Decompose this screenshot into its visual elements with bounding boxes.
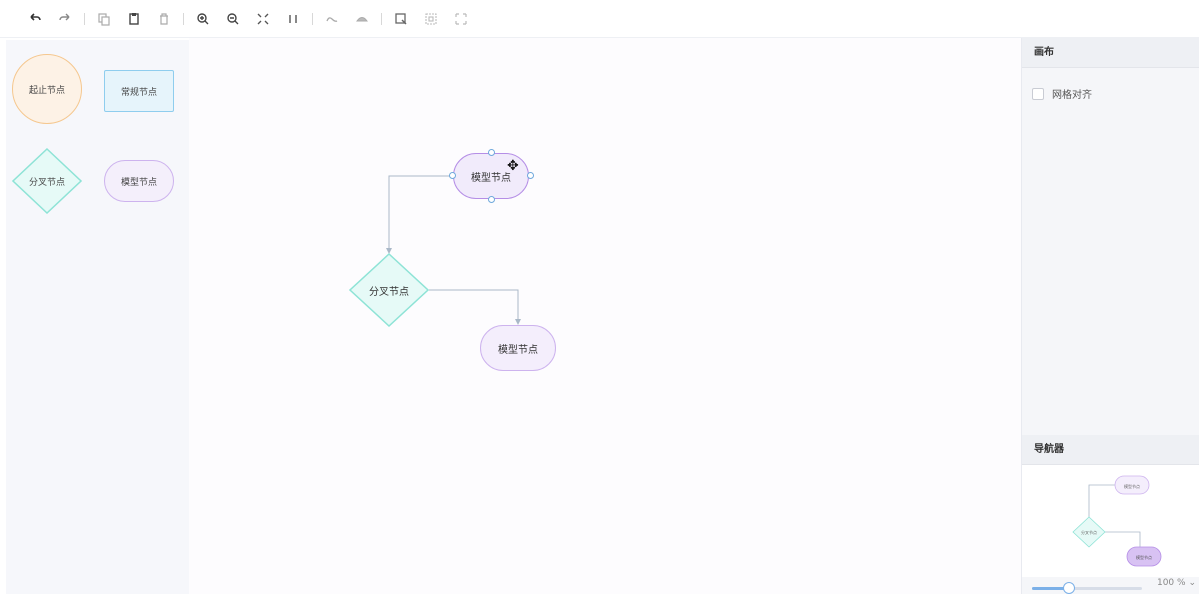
anchor-top[interactable] (488, 149, 495, 156)
svg-text:模型节点: 模型节点 (1124, 483, 1140, 489)
zoom-out-button[interactable] (222, 8, 244, 30)
anchor-right[interactable] (527, 172, 534, 179)
ungroup-button[interactable] (450, 8, 472, 30)
grid-align-checkbox[interactable] (1032, 87, 1044, 100)
multi-select-button[interactable] (390, 8, 412, 30)
anchor-left[interactable] (449, 172, 456, 179)
zoom-value-dropdown[interactable]: 100 % ⌄ (1157, 578, 1196, 588)
svg-text:模型节点: 模型节点 (1136, 554, 1152, 560)
palette-start-node[interactable]: 起止节点 (12, 54, 82, 124)
toolbar-divider (183, 12, 184, 25)
zoom-control: 100 % ⌄ (1022, 577, 1199, 594)
navigator-minimap[interactable]: 模型节点 分叉节点 模型节点 (1022, 465, 1199, 577)
actual-size-button[interactable] (282, 8, 304, 30)
chevron-down-icon: ⌄ (1188, 578, 1196, 588)
palette-model-node[interactable]: 模型节点 (104, 160, 174, 202)
group-button[interactable] (420, 8, 442, 30)
toolbar-divider (84, 12, 85, 25)
edge-branch-to-model[interactable] (429, 289, 521, 325)
fit-view-button[interactable] (252, 8, 274, 30)
palette-branch-node[interactable]: 分叉节点 (12, 148, 82, 214)
properties-panel: 画布 网格对齐 导航器 模型节点 分叉节点 模型节点 100 % ⌄ (1021, 38, 1199, 594)
svg-text:分叉节点: 分叉节点 (1081, 529, 1097, 535)
toolbar-divider (312, 12, 313, 25)
edge-layer (386, 175, 521, 325)
minimap-graph: 模型节点 分叉节点 模型节点 (1072, 475, 1162, 567)
to-back-icon (356, 16, 368, 21)
to-back-button[interactable] (351, 8, 373, 30)
fit-view-icon (257, 13, 269, 24)
paste-button[interactable] (123, 8, 145, 30)
canvas-section-title: 画布 (1022, 38, 1199, 68)
delete-icon (160, 12, 168, 25)
model-node[interactable]: 模型节点 (480, 325, 556, 371)
flow-editor: 起止节点 常规节点 分叉节点 模型节点 模型节点 ✥ 分叉节点 模型节点 画布 … (0, 0, 1199, 594)
navigator-section: 导航器 模型节点 分叉节点 模型节点 100 % ⌄ (1022, 435, 1199, 594)
toolbar-divider (381, 12, 382, 25)
palette-branch-node-label: 分叉节点 (28, 177, 65, 188)
redo-button[interactable] (54, 8, 76, 30)
anchor-bottom[interactable] (488, 196, 495, 203)
undo-button[interactable] (24, 8, 46, 30)
zoom-value: 100 % (1156, 578, 1186, 588)
grid-align-option[interactable]: 网格对齐 (1032, 86, 1092, 101)
zoom-slider-thumb[interactable] (1062, 582, 1075, 594)
actual-size-icon (289, 14, 297, 23)
redo-icon (59, 13, 70, 20)
multi-select-icon (395, 12, 407, 25)
palette-regular-node[interactable]: 常规节点 (104, 70, 174, 112)
group-icon (425, 12, 437, 25)
toolbar (0, 0, 1199, 38)
branch-node[interactable]: 分叉节点 (349, 253, 429, 327)
model-node-label: 模型节点 (498, 344, 538, 356)
palette-start-node-label: 起止节点 (28, 85, 65, 96)
delete-button[interactable] (153, 8, 175, 30)
node-palette: 起止节点 常规节点 分叉节点 模型节点 (6, 40, 189, 594)
model-node-label: 模型节点 (471, 172, 511, 184)
zoom-in-button[interactable] (192, 8, 214, 30)
grid-align-label: 网格对齐 (1052, 90, 1092, 101)
paste-icon (129, 12, 139, 25)
edge-model-to-branch[interactable] (386, 175, 453, 254)
zoom-in-icon (197, 12, 209, 24)
palette-model-node-label: 模型节点 (120, 177, 157, 188)
branch-node-label: 分叉节点 (369, 286, 409, 298)
undo-icon (30, 12, 41, 21)
ungroup-icon (455, 12, 467, 25)
zoom-out-icon (227, 12, 239, 24)
copy-icon (98, 12, 110, 26)
zoom-slider[interactable] (1032, 582, 1142, 594)
to-front-button[interactable] (321, 8, 343, 30)
palette-regular-node-label: 常规节点 (120, 87, 157, 98)
navigator-title: 导航器 (1022, 435, 1199, 465)
copy-button[interactable] (93, 8, 115, 30)
to-front-icon (326, 16, 338, 22)
flow-canvas[interactable]: 模型节点 ✥ 分叉节点 模型节点 (189, 38, 1021, 594)
move-cursor-icon: ✥ (507, 158, 519, 174)
